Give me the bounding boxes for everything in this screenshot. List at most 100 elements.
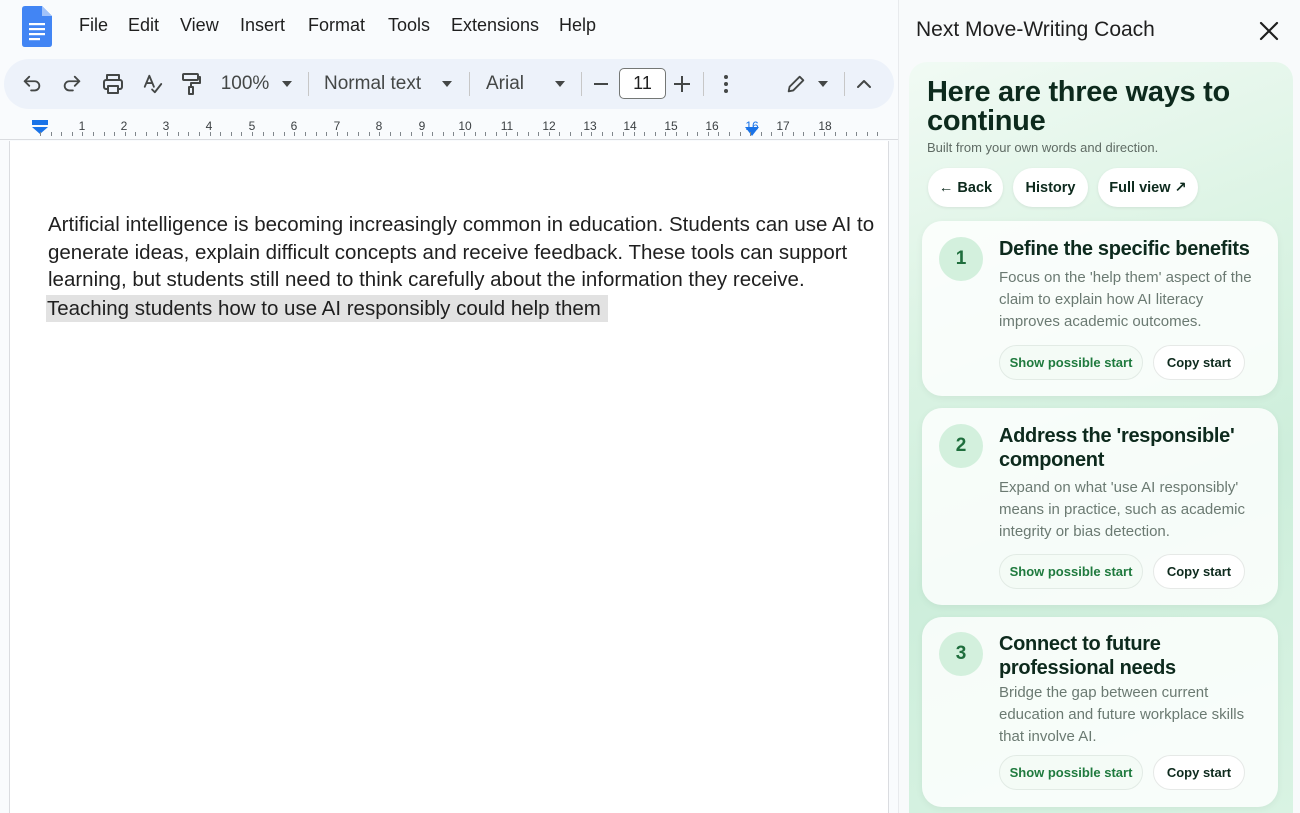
ruler-tick (655, 132, 656, 136)
ruler-tick (379, 132, 380, 136)
ruler-tick (464, 132, 465, 136)
menu-edit[interactable]: Edit (128, 15, 159, 36)
document-page[interactable]: Artificial intelligence is becoming incr… (9, 141, 889, 813)
ruler-tick (210, 132, 211, 136)
print-icon[interactable] (100, 59, 126, 109)
ruler-tick (157, 132, 158, 136)
ruler-number: 13 (583, 119, 597, 133)
plus-icon[interactable] (673, 59, 691, 109)
edit-pencil-icon[interactable] (784, 59, 808, 109)
mode-dropdown-icon[interactable] (816, 59, 830, 109)
more-vert-icon[interactable] (718, 59, 734, 109)
ruler-tick (241, 132, 242, 136)
back-button[interactable]: ← Back (928, 168, 1003, 207)
ruler-tick (729, 132, 730, 136)
document-body[interactable]: Artificial intelligence is becoming incr… (46, 211, 874, 322)
collapse-icon[interactable] (855, 59, 873, 109)
menu-bar: File Edit View Insert Format Tools Exten… (0, 0, 898, 56)
ruler-tick (199, 132, 200, 136)
step-number: 1 (939, 237, 983, 281)
show-possible-start-button[interactable]: Show possible start (999, 345, 1143, 380)
ruler-tick (263, 132, 264, 136)
ruler-tick (634, 132, 635, 136)
ruler-number: 9 (418, 119, 426, 133)
copy-start-button[interactable]: Copy start (1153, 755, 1245, 790)
menu-help[interactable]: Help (559, 15, 596, 36)
redo-icon[interactable] (60, 59, 84, 109)
ruler-tick (559, 132, 560, 136)
copy-start-button[interactable]: Copy start (1153, 554, 1245, 589)
ruler-tick (252, 132, 253, 136)
ruler-tick (51, 132, 52, 136)
undo-icon[interactable] (20, 59, 44, 109)
ruler-tick (178, 132, 179, 136)
ruler-number: 6 (290, 119, 298, 133)
copy-start-button[interactable]: Copy start (1153, 345, 1245, 380)
paragraph-line[interactable]: generate ideas, explain difficult concep… (48, 239, 848, 267)
menu-file[interactable]: File (79, 15, 108, 36)
full-view-button[interactable]: Full view ↗ (1098, 168, 1198, 207)
show-possible-start-button[interactable]: Show possible start (999, 554, 1143, 589)
docs-logo-icon[interactable] (22, 6, 52, 47)
ruler-tick (485, 132, 486, 136)
menu-view[interactable]: View (180, 15, 219, 36)
ruler-number: 15 (664, 119, 678, 133)
ruler-tick (337, 132, 338, 136)
menu-insert[interactable]: Insert (240, 15, 285, 36)
paragraph-line[interactable]: learning, but students still need to thi… (48, 266, 848, 294)
menu-extensions[interactable]: Extensions (451, 15, 539, 36)
ruler-tick (220, 132, 221, 136)
ruler-tick (803, 132, 804, 136)
zoom-value[interactable]: 100% (220, 59, 270, 109)
history-button[interactable]: History (1013, 168, 1088, 207)
spellcheck-icon[interactable] (141, 59, 165, 109)
ruler[interactable]: 1 2 3 4 5 6 7 8 9 10 11 12 13 14 15 16 1… (0, 112, 898, 140)
ruler-tick (475, 132, 476, 136)
app: File Edit View Insert Format Tools Exten… (0, 0, 1300, 813)
ruler-tick (581, 132, 582, 136)
ruler-tick (422, 132, 423, 136)
suggestion-title: Connect to future professional needs (999, 633, 1176, 679)
font-dropdown-icon[interactable] (553, 59, 567, 109)
toolbar-divider (308, 72, 309, 96)
ruler-tick (167, 132, 168, 136)
ruler-tick (496, 132, 497, 136)
style-select[interactable]: Normal text (324, 59, 428, 109)
ruler-tick (824, 132, 825, 136)
ruler-tick (528, 132, 529, 136)
close-icon[interactable] (1257, 19, 1281, 43)
ruler-tick (708, 132, 709, 136)
ruler-tick (61, 132, 62, 136)
ruler-tick (877, 132, 878, 136)
suggestion-description: Focus on the 'help them' aspect of the c… (999, 269, 1252, 330)
ruler-tick (104, 132, 105, 136)
ruler-tick (697, 132, 698, 136)
ruler-tick (549, 132, 550, 136)
zoom-dropdown-icon[interactable] (280, 59, 294, 109)
paint-format-icon[interactable] (179, 59, 203, 109)
ruler-tick (432, 132, 433, 136)
ruler-tick (453, 132, 454, 136)
ruler-tick (846, 132, 847, 136)
suggestion-description: Bridge the gap between current education… (999, 684, 1245, 745)
menu-tools[interactable]: Tools (388, 15, 430, 36)
toolbar-divider (844, 72, 845, 96)
ruler-tick (793, 132, 794, 136)
font-select[interactable]: Arial (486, 59, 546, 109)
menu-format[interactable]: Format (308, 15, 365, 36)
ruler-tick (506, 132, 507, 136)
ruler-tick (135, 132, 136, 136)
font-size-input[interactable]: 11 (619, 68, 666, 99)
ruler-tick (369, 132, 370, 136)
step-number: 3 (939, 632, 983, 676)
paragraph-line[interactable]: Artificial intelligence is becoming incr… (48, 211, 874, 239)
ruler-tick (538, 132, 539, 136)
selected-text[interactable]: Teaching students how to use AI responsi… (46, 294, 608, 322)
ruler-tick (40, 132, 41, 136)
ruler-number: 14 (623, 119, 637, 133)
minus-icon[interactable] (593, 59, 609, 109)
ruler-number: 4 (205, 119, 213, 133)
style-dropdown-icon[interactable] (440, 59, 454, 109)
ruler-tick (443, 132, 444, 136)
show-possible-start-button[interactable]: Show possible start (999, 755, 1143, 790)
